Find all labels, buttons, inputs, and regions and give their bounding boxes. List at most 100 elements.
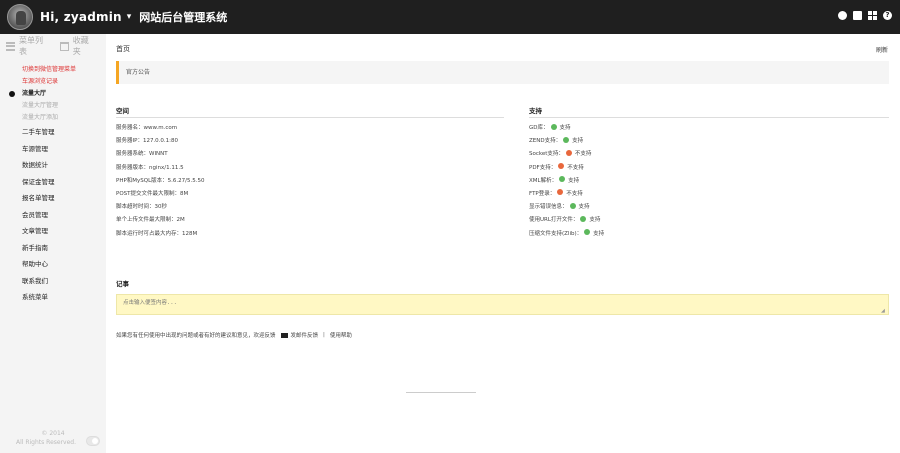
user-avatar[interactable] [7,4,33,30]
notice-bar: 官方公告 [116,61,889,84]
sidebar-item-traffic-manage[interactable]: 流量大厅管理 [0,100,106,112]
sidebar-menu: 切换到微信管理菜单 车源浏览记录 流量大厅 流量大厅管理 流量大厅添加 二手车管… [0,58,106,306]
server-info-row: 脚本超时时间：30秒 [116,204,167,211]
server-info-row: 脚本运行时可占最大内存：128M [116,230,198,237]
sidebar-item-traffic-hall[interactable]: 流量大厅 [0,88,106,100]
system-title: 网站后台管理系统 [139,11,228,24]
check-icon [580,215,587,222]
help-icon[interactable]: ? [883,11,892,20]
sidebar-item-help[interactable]: 帮助中心 [0,256,106,273]
sidebar-item-traffic-add[interactable]: 流量大厅添加 [0,112,106,124]
bullet-icon [9,91,15,97]
support-status: 支持 [578,204,590,211]
tab-favorites[interactable]: 收藏夹 [59,35,94,57]
top-bar: Hi, zyadmin ▾ 网站后台管理系统 ? [0,0,900,34]
tab-menu-list[interactable]: 菜单列表 [6,35,48,57]
divider [406,392,476,393]
server-section-title: 空间 [116,107,129,115]
server-info-row: 服务器系统：WINNT [116,151,168,158]
support-status: 不支持 [566,190,583,197]
check-icon [584,229,591,235]
support-label: GD库： [529,125,549,131]
support-status: 支持 [559,125,571,131]
support-status: 支持 [593,230,605,237]
sidebar-item-browse-history[interactable]: 车源浏览记录 [0,76,106,88]
monitor-icon[interactable] [853,11,862,20]
support-label: XML解析： [529,177,558,184]
separator: | [323,332,325,338]
tab-label: 收藏夹 [72,36,89,56]
support-row: PDF支持： 不支持 [529,162,604,175]
sidebar-item-wechat-menu[interactable]: 切换到微信管理菜单 [0,64,106,76]
feedback-line: 如果您有任何使用中出现的问题或者有好的建议和意见，欢迎反馈 发邮件反馈 | 使用… [116,331,352,339]
resize-grip-icon[interactable]: ◢ [881,308,885,314]
chevron-down-icon[interactable]: ▾ [127,12,132,22]
support-row: Socket支持： 不支持 [529,148,604,161]
sidebar-item-statistics[interactable]: 数据统计 [0,157,106,174]
divider [116,117,504,118]
memo-title: 记事 [116,280,129,288]
sidebar-item-used-cars[interactable]: 二手车管理 [0,124,106,141]
support-label: 显示错误信息： [529,204,568,211]
sidebar-item-car-sources[interactable]: 车源管理 [0,141,106,158]
memo-textarea[interactable] [116,294,889,315]
sidebar: 菜单列表 收藏夹 切换到微信管理菜单 车源浏览记录 流量大厅 流量大厅管理 流量… [0,34,106,453]
check-icon [559,176,566,183]
support-row: ZEND支持： 支持 [529,135,604,148]
breadcrumb: 首页 [116,45,130,53]
server-info-row: PHP和MySQL版本：5.6.27/5.5.50 [116,177,205,184]
mail-icon [280,332,288,338]
top-icon-group: ? [838,11,892,20]
support-row: 显示错误信息： 支持 [529,201,604,214]
main-content: 首页 刷新 官方公告 空间 服务器名：www.m.com 服务器IP：127.0… [106,34,900,453]
sidebar-item-registrations[interactable]: 报名单管理 [0,190,106,207]
support-status: 支持 [568,177,580,184]
folder-icon [59,41,69,51]
help-link[interactable]: 使用帮助 [330,331,352,339]
check-icon [569,202,576,209]
sidebar-item-contact[interactable]: 联系我们 [0,273,106,290]
support-list: GD库： 支持 ZEND支持： 支持 Socket支持： 不支持 PDF支持： 不支持 … [529,122,604,241]
support-section-title: 支持 [529,107,542,115]
sidebar-tabs: 菜单列表 收藏夹 [0,34,106,58]
cross-icon [558,163,565,170]
sidebar-toggle[interactable] [86,436,100,446]
user-greeting[interactable]: Hi, zyadmin [40,10,122,24]
cross-icon [557,189,564,196]
sidebar-item-articles[interactable]: 文章管理 [0,223,106,240]
support-row: FTP登录： 不支持 [529,188,604,201]
cross-icon [565,149,572,156]
support-label: 使用URL打开文件： [529,217,579,224]
check-icon [550,123,557,130]
sidebar-item-deposit[interactable]: 保证金管理 [0,174,106,191]
sidebar-item-members[interactable]: 会员管理 [0,207,106,224]
support-row: 使用URL打开文件： 支持 [529,214,604,227]
sidebar-item-guide[interactable]: 新手指南 [0,240,106,257]
grid-icon[interactable] [868,11,877,20]
support-row: XML解析： 支持 [529,175,604,188]
refresh-button[interactable]: 刷新 [876,45,888,54]
support-label: Socket支持： [529,151,564,158]
support-row: 压缩文件支持(Zlib)： 支持 [529,228,604,241]
support-row: GD库： 支持 [529,122,604,135]
support-label: PDF支持： [529,164,557,171]
server-info-row: 服务器名：www.m.com [116,125,178,131]
server-info-row: POST提交文件最大限制：8M [116,190,189,197]
feedback-link[interactable]: 发邮件反馈 [291,331,319,339]
support-label: FTP登录： [529,190,556,197]
support-status: 支持 [589,217,601,224]
check-icon [563,136,570,143]
sidebar-item-system[interactable]: 系统菜单 [0,289,106,306]
support-label: 压缩文件支持(Zlib)： [529,230,583,237]
list-icon [6,41,15,51]
server-info-list: 服务器名：www.m.com 服务器IP：127.0.0.1:80 服务器系统：… [116,122,205,241]
support-status: 不支持 [567,164,584,171]
support-label: ZEND支持： [529,138,562,145]
support-status: 不支持 [574,151,592,158]
circle-icon[interactable] [838,11,847,20]
server-info-row: 服务器IP：127.0.0.1:80 [116,138,179,145]
feedback-text: 如果您有任何使用中出现的问题或者有好的建议和意见，欢迎反馈 [116,333,276,339]
server-info-row: 服务器版本：nginx/1.11.5 [116,164,184,171]
server-info-row: 单个上传文件最大限制：2M [116,217,185,224]
sidebar-item-label: 流量大厅 [22,90,47,97]
